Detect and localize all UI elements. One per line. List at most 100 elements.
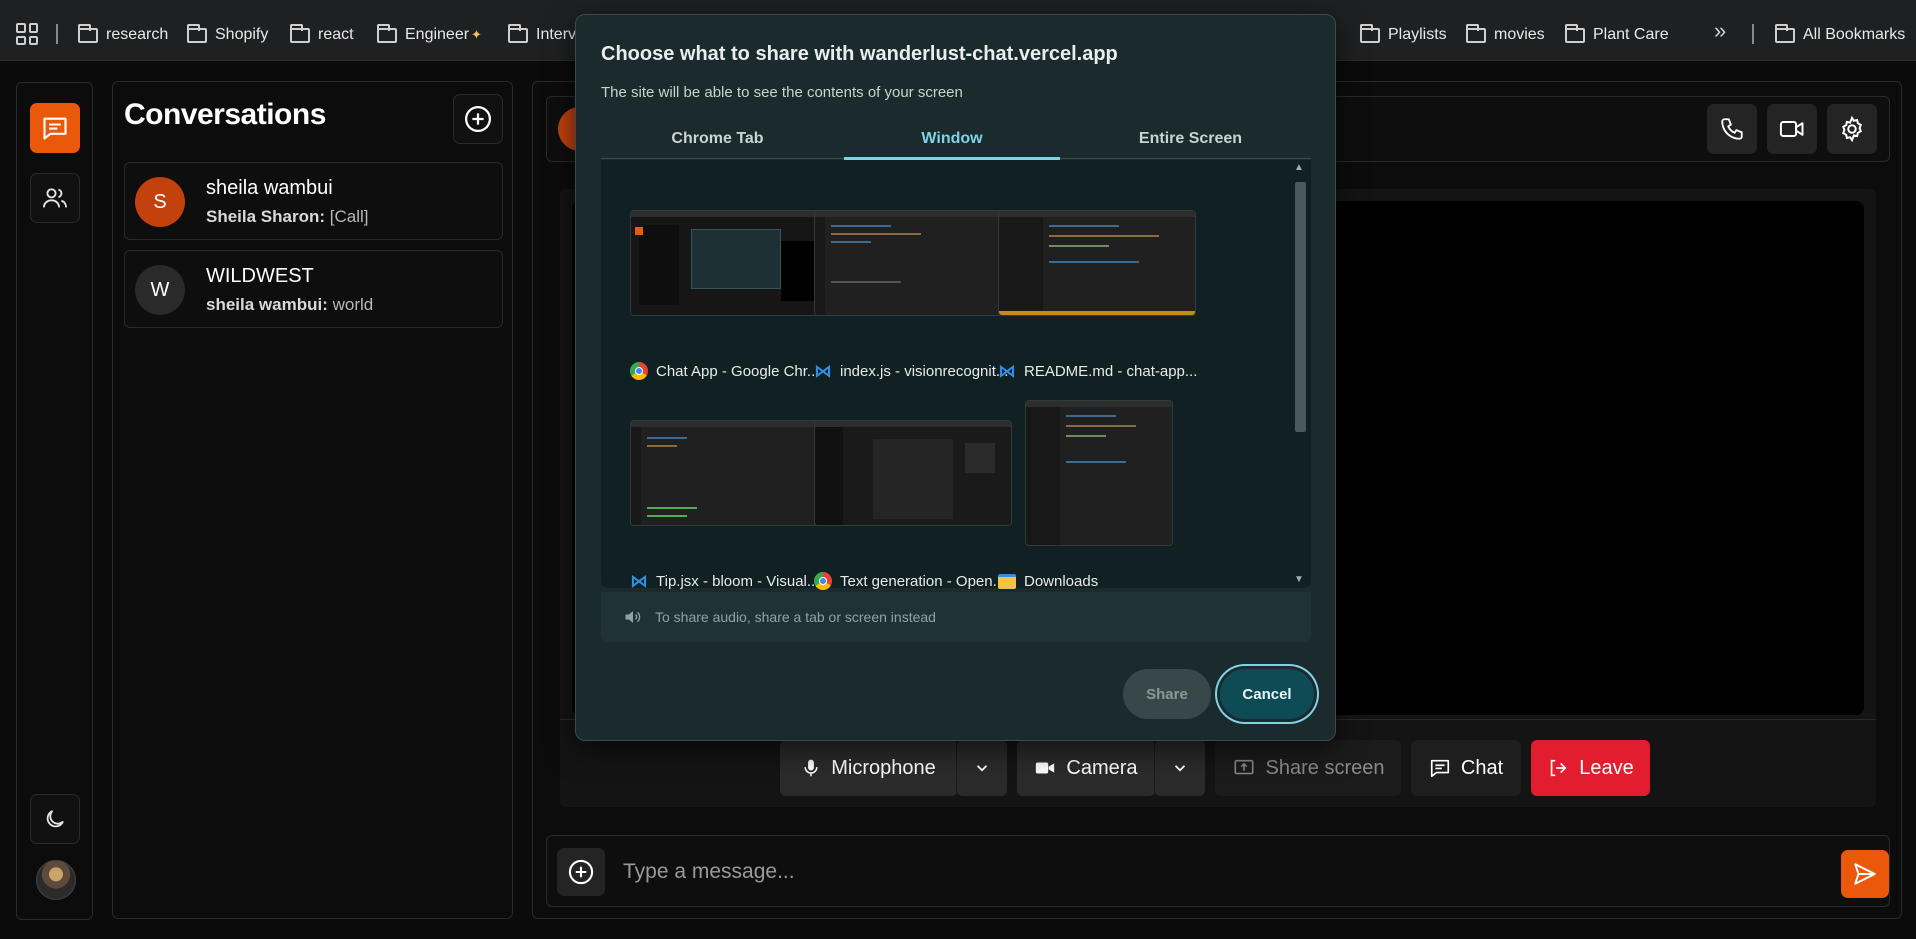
video-camera-icon [1779,121,1804,137]
camera-options-button[interactable] [1155,740,1205,796]
contacts-nav-button[interactable] [30,173,80,223]
bookmark-shopify[interactable]: Shopify [187,23,269,46]
share-screen-label: Share screen [1265,756,1385,779]
window-title: Downloads [1024,572,1099,590]
thumbnail-code-line [831,241,871,243]
window-label[interactable]: Text generation - Open... [814,570,1005,592]
thumbnail-accent [635,227,643,235]
bookmark-movies[interactable]: movies [1466,23,1545,46]
share-screen-button[interactable]: Share screen [1215,740,1401,796]
chevron-down-icon [976,765,988,772]
bookmark-label: All Bookmarks [1803,26,1906,43]
chats-nav-button[interactable] [30,103,80,153]
bookmark-engineer[interactable]: Engineer ✦ [377,23,482,46]
window-thumbnail[interactable] [814,420,1012,526]
window-thumbnail[interactable] [814,210,1012,316]
window-thumbnail[interactable] [998,210,1196,316]
plus-circle-icon [465,106,491,132]
bookmark-plant-care[interactable]: Plant Care [1565,23,1669,46]
scroll-up-icon[interactable]: ▲ [1294,162,1304,173]
thumbnail-titlebar [815,211,1011,217]
new-conversation-button[interactable] [453,94,503,144]
all-bookmarks[interactable]: All Bookmarks [1775,23,1906,46]
window-list: Chat App - Google Chr... ⋈ index.js - vi… [601,160,1287,591]
leave-call-button[interactable]: Leave [1531,740,1650,796]
gear-icon [1842,115,1862,143]
chat-toggle-button[interactable]: Chat [1411,740,1521,796]
camera-button[interactable]: Camera [1017,740,1155,796]
window-label[interactable]: ⋈ index.js - visionrecognit... [814,360,1008,382]
settings-button[interactable] [1827,104,1877,154]
thumbnail-code-line [1049,225,1119,227]
bookmark-label: Playlists [1388,26,1447,43]
chat-label: Chat [1460,756,1504,779]
window-label[interactable]: ⋈ README.md - chat-app... [998,360,1197,382]
nav-rail [16,82,93,920]
folder-icon [377,23,397,43]
window-thumbnail[interactable] [630,420,828,526]
camera-label: Camera [1066,756,1138,779]
thumbnail-code-line [1066,435,1106,437]
attach-button[interactable] [557,848,605,896]
send-button[interactable] [1841,850,1889,898]
user-avatar[interactable] [36,860,76,900]
apps-grid-icon[interactable] [16,23,38,45]
thumbnail-panel [965,443,995,473]
plus-circle-icon [568,859,594,885]
preview-message: [Call] [329,207,369,226]
audio-note-text: To share audio, share a tab or screen in… [655,609,936,625]
theme-toggle-button[interactable] [30,794,80,844]
share-screen-dialog: Choose what to share with wanderlust-cha… [575,14,1336,741]
conversation-name: sheila wambui [206,177,333,199]
bookmark-label: Shopify [215,26,269,43]
scroll-down-icon[interactable]: ▼ [1294,574,1304,585]
tab-window[interactable]: Window [844,119,1060,160]
tab-chrome-tab[interactable]: Chrome Tab [601,119,834,159]
preview-sender: sheila wambui: [206,295,328,314]
thumbnail-explorer [999,217,1043,315]
chrome-icon [814,572,832,590]
video-call-button[interactable] [1767,104,1817,154]
window-label[interactable]: Downloads [998,570,1098,592]
thumbnail-titlebar [815,421,1011,427]
thumbnail-code-line [831,233,921,235]
thumbnail-code-line [831,225,891,227]
picker-scrollbar[interactable]: ▲ ▼ [1291,162,1309,592]
conversation-item[interactable]: W WILDWEST sheila wambui: world [124,250,503,328]
window-thumbnail[interactable] [1025,400,1173,546]
message-input[interactable] [623,854,1783,890]
thumbnail-sidebar [815,427,843,525]
bookmark-research[interactable]: research [78,23,168,46]
scrollbar-thumb[interactable] [1295,182,1306,432]
bookmark-interv[interactable]: Interv [508,23,576,46]
window-label[interactable]: Chat App - Google Chr... [630,360,819,382]
cancel-button[interactable]: Cancel [1220,669,1314,719]
bookmark-playlists[interactable]: Playlists [1360,23,1447,46]
vscode-icon: ⋈ [630,570,648,591]
phone-icon [1721,118,1743,140]
thumbnail-code-line [647,445,677,447]
voice-call-button[interactable] [1707,104,1757,154]
thumbnail-code-line [1049,235,1159,237]
thumbnail-code-line [647,515,687,517]
microphone-button[interactable]: Microphone [780,740,957,796]
window-thumbnail[interactable] [630,210,828,316]
window-title: Chat App - Google Chr... [656,362,820,380]
more-bookmarks-button[interactable]: » [1714,18,1726,43]
share-button[interactable]: Share [1123,669,1211,719]
audio-note: To share audio, share a tab or screen in… [601,592,1311,642]
bookmark-react[interactable]: react [290,23,354,46]
conversation-item[interactable]: S sheila wambui Sheila Sharon: [Call] [124,162,503,240]
bookmarks-divider [56,24,58,44]
window-label[interactable]: ⋈ Tip.jsx - bloom - Visual... [630,570,819,592]
microphone-options-button[interactable] [957,740,1007,796]
screen-share-icon [1234,759,1254,775]
thumbnail-explorer [1026,407,1060,545]
tab-entire-screen[interactable]: Entire Screen [1070,119,1311,159]
window-picker: Chat App - Google Chr... ⋈ index.js - vi… [601,160,1311,591]
thumbnail-titlebar [631,421,827,427]
chat-bubble-icon [43,117,67,140]
conversations-title: Conversations [124,98,326,131]
window-title: Text generation - Open... [840,572,1006,590]
conversation-name: WILDWEST [206,265,314,287]
